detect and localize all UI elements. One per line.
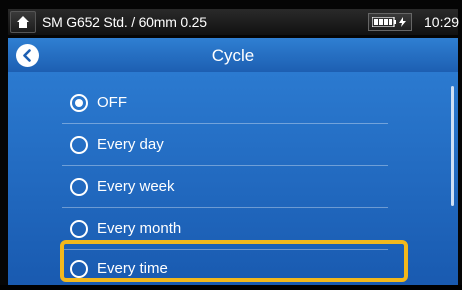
clock: 10:29 [424,14,460,30]
device-screen: SM G652 Std. / 60mm 0.25 10:29 Cycle OFF… [0,0,462,285]
status-bar: SM G652 Std. / 60mm 0.25 10:29 [8,9,460,35]
option-label: Every time [97,260,168,277]
home-button[interactable] [10,11,36,33]
title-bar: Cycle [8,38,458,72]
option-every-month[interactable]: Every month [62,208,388,250]
option-off[interactable]: OFF [62,82,388,124]
page-title: Cycle [211,46,255,65]
radio-selected-icon [70,94,88,112]
option-label: OFF [97,94,127,111]
radio-unselected-icon [70,178,88,196]
option-label: Every week [97,178,175,195]
radio-unselected-icon [70,260,88,278]
recipe-name: SM G652 Std. / 60mm 0.25 [42,14,207,30]
home-icon [17,16,29,28]
radio-unselected-icon [70,136,88,154]
option-every-time[interactable]: Every time [62,248,388,290]
option-label: Every day [97,136,164,153]
scrollbar[interactable] [451,86,454,206]
option-every-week[interactable]: Every week [62,166,388,208]
option-label: Every month [97,220,182,237]
battery-icon [368,13,412,31]
radio-unselected-icon [70,220,88,238]
option-every-day[interactable]: Every day [62,124,388,166]
